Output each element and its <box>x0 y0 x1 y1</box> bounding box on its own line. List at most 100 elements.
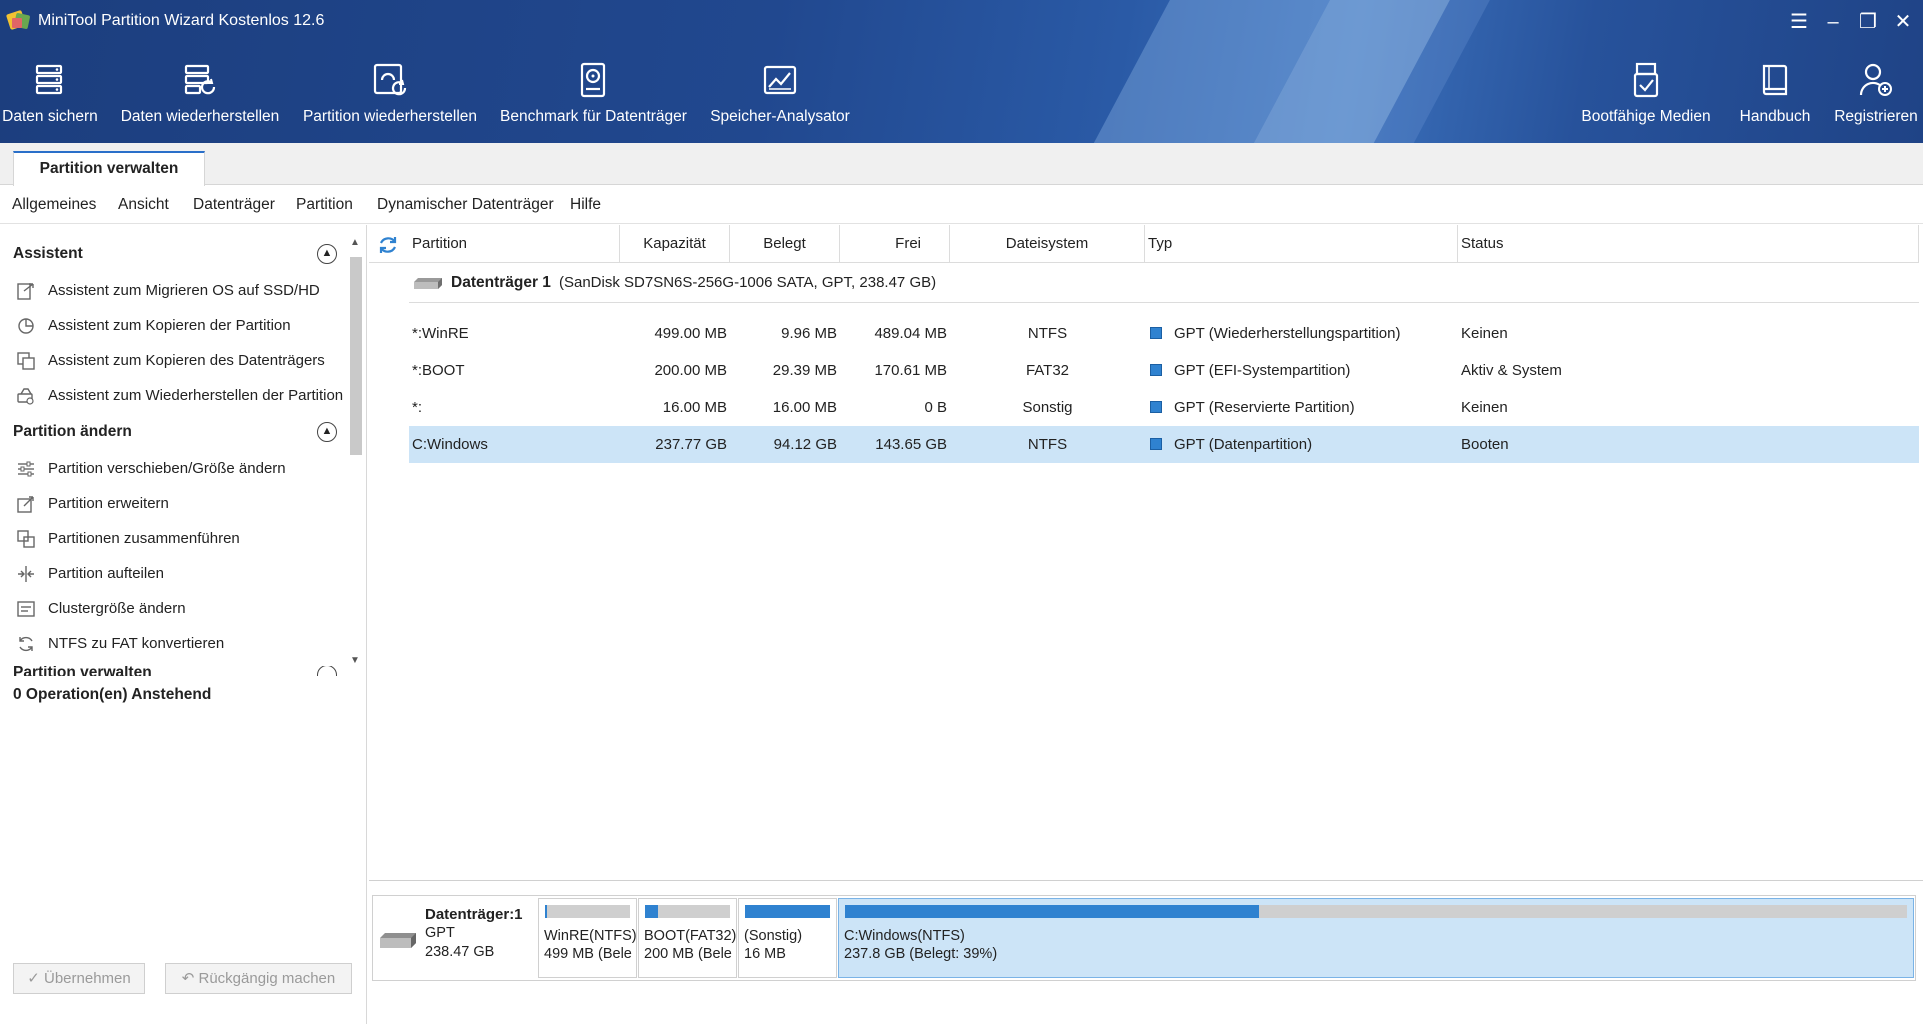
recover-data-icon <box>184 64 216 95</box>
move-resize-icon <box>18 461 34 477</box>
table-row[interactable]: *:BOOT 200.00 MB 29.39 MB 170.61 MB FAT3… <box>409 352 1919 389</box>
disk-map-disk-info[interactable]: Datenträger:1 GPT 238.47 GB <box>373 896 538 980</box>
menu-disk[interactable]: Datenträger <box>193 196 275 214</box>
cell-used: 16.00 MB <box>772 399 837 416</box>
menu-help[interactable]: Hilfe <box>570 196 601 214</box>
sidebar-scroll-thumb[interactable] <box>350 257 362 455</box>
cell-used: 9.96 MB <box>781 325 837 342</box>
scroll-down-icon[interactable]: ▼ <box>350 655 360 666</box>
menu-icon[interactable]: ☰ <box>1785 8 1813 36</box>
col-capacity[interactable]: Kapazität <box>620 225 730 263</box>
cell-status: Booten <box>1461 436 1509 453</box>
restore-button[interactable]: ❐ <box>1854 8 1882 36</box>
cell-filesystem: NTFS <box>1027 436 1068 453</box>
sidebar-item-split[interactable]: Partition aufteilen <box>16 564 164 588</box>
apply-button[interactable]: ✓ Übernehmen <box>13 963 145 994</box>
tab-partition-manage[interactable]: Partition verwalten <box>13 151 205 186</box>
sidebar-item-cluster-size[interactable]: Clustergröße ändern <box>16 599 186 623</box>
register-button[interactable]: Registrieren <box>1833 60 1919 132</box>
usage-bar-fill <box>745 905 830 918</box>
recover-partition-icon <box>373 63 407 96</box>
collapse-manage-icon[interactable] <box>317 666 337 676</box>
minimize-button[interactable]: – <box>1819 8 1847 36</box>
sidebar-item-recover-partition[interactable]: Assistent zum Wiederherstellen der Parti… <box>16 386 343 410</box>
bootable-media-button[interactable]: Bootfähige Medien <box>1578 60 1714 132</box>
partition-type-icon <box>1150 401 1162 413</box>
cell-filesystem: FAT32 <box>1025 362 1070 379</box>
disk-row[interactable]: Datenträger 1 (SanDisk SD7SN6S-256G-1006… <box>409 263 1919 303</box>
sidebar-item-extend[interactable]: Partition erweitern <box>16 494 169 518</box>
diskmap-partition-boot[interactable]: BOOT(FAT32) 200 MB (Bele <box>638 898 737 978</box>
menu-view[interactable]: Ansicht <box>118 196 169 214</box>
sidebar-item-label: Partition verschieben/Größe ändern <box>48 459 286 477</box>
col-type[interactable]: Typ <box>1145 225 1458 263</box>
sidebar-item-label: Assistent zum Migrieren OS auf SSD/HD <box>48 281 320 299</box>
cell-type: GPT (Reservierte Partition) <box>1150 389 1355 426</box>
menu-partition[interactable]: Partition <box>296 196 353 214</box>
backup-label: Daten sichern <box>2 108 98 125</box>
recover-data-button[interactable]: Daten wiederherstellen <box>120 60 280 132</box>
backup-button[interactable]: Daten sichern <box>0 60 100 132</box>
diskmap-partition-winre[interactable]: WinRE(NTFS) 499 MB (Bele <box>538 898 637 978</box>
sidebar-item-copy-disk[interactable]: Assistent zum Kopieren des Datenträgers <box>16 351 325 375</box>
usage-bar-fill <box>845 905 1260 918</box>
col-partition[interactable]: Partition <box>409 225 620 263</box>
disk-map-row[interactable]: Datenträger:1 GPT 238.47 GB WinRE(NTFS) … <box>372 895 1916 981</box>
collapse-wizard-icon[interactable]: ▲ <box>317 244 337 264</box>
menu-general[interactable]: Allgemeines <box>12 196 96 214</box>
cell-type: GPT (Wiederherstellungspartition) <box>1150 315 1400 352</box>
benchmark-label: Benchmark für Datenträger <box>500 108 687 125</box>
hard-disk-icon <box>380 933 416 948</box>
sidebar-item-merge[interactable]: Partitionen zusammenführen <box>16 529 240 553</box>
menu-dynamic-disk[interactable]: Dynamischer Datenträger <box>377 196 554 214</box>
app-header: MiniTool Partition Wizard Kostenlos 12.6… <box>0 0 1923 143</box>
col-used[interactable]: Belegt <box>730 225 840 263</box>
cell-capacity: 16.00 MB <box>662 399 727 416</box>
disk-name: Datenträger 1 <box>451 274 551 291</box>
sidebar-item-label: Partition erweitern <box>48 494 169 512</box>
recover-data-label: Daten wiederherstellen <box>120 108 280 125</box>
menu-bar: Allgemeines Ansicht Datenträger Partitio… <box>0 186 1923 224</box>
sidebar-item-migrate-os[interactable]: Assistent zum Migrieren OS auf SSD/HD <box>16 281 320 305</box>
cell-type: GPT (Datenpartition) <box>1150 426 1312 463</box>
space-analyzer-icon <box>763 65 797 95</box>
tab-strip: Partition verwalten <box>0 143 1923 186</box>
col-filesystem[interactable]: Dateisystem <box>950 225 1145 263</box>
partition-size: 200 MB (Bele <box>644 946 732 962</box>
diskmap-partition-windows[interactable]: C:Windows(NTFS) 237.8 GB (Belegt: 39%) <box>838 898 1914 978</box>
benchmark-button[interactable]: Benchmark für Datenträger <box>500 60 687 132</box>
table-row[interactable]: *:WinRE 499.00 MB 9.96 MB 489.04 MB NTFS… <box>409 315 1919 352</box>
partition-size: 237.8 GB (Belegt: 39%) <box>844 946 998 962</box>
backup-icon <box>35 64 63 95</box>
manual-button[interactable]: Handbuch <box>1732 60 1818 132</box>
collapse-change-icon[interactable]: ▲ <box>317 422 337 442</box>
usage-bar-fill <box>545 905 547 918</box>
recover-partition-button[interactable]: Partition wiederherstellen <box>300 60 480 132</box>
cell-type-label: GPT (EFI-Systempartition) <box>1174 362 1351 379</box>
copy-disk-icon <box>17 352 35 370</box>
sidebar-scrollbar[interactable]: ▲ ▼ <box>346 237 366 667</box>
sidebar-item-move-resize[interactable]: Partition verschieben/Größe ändern <box>16 459 286 483</box>
disk-map: Datenträger:1 GPT 238.47 GB WinRE(NTFS) … <box>369 880 1923 1024</box>
col-free[interactable]: Frei <box>840 225 950 263</box>
table-row-selected[interactable]: C:Windows 237.77 GB 94.12 GB 143.65 GB N… <box>409 426 1919 463</box>
sidebar-item-label: Assistent zum Kopieren der Partition <box>48 316 291 334</box>
cell-partition: *: <box>412 399 423 416</box>
refresh-icon[interactable] <box>377 234 399 256</box>
undo-button[interactable]: ↶ Rückgängig machen <box>165 963 352 994</box>
sidebar-item-ntfs-fat[interactable]: NTFS zu FAT konvertieren <box>16 634 224 658</box>
scroll-up-icon[interactable]: ▲ <box>350 237 360 248</box>
partition-size: 499 MB (Bele <box>544 946 632 962</box>
close-button[interactable]: ✕ <box>1889 8 1917 36</box>
sidebar-item-copy-partition[interactable]: Assistent zum Kopieren der Partition <box>16 316 291 340</box>
cell-partition: *:BOOT <box>412 362 465 379</box>
space-analyzer-button[interactable]: Speicher-Analysator <box>700 60 860 132</box>
table-row[interactable]: *: 16.00 MB 16.00 MB 0 B Sonstig GPT (Re… <box>409 389 1919 426</box>
disk-detail: (SanDisk SD7SN6S-256G-1006 SATA, GPT, 23… <box>559 274 937 291</box>
change-section-title: Partition ändern <box>13 423 132 440</box>
manage-section-title-clipped: Partition verwalten <box>13 666 343 676</box>
disk-map-type: GPT <box>425 925 455 941</box>
col-status[interactable]: Status <box>1458 225 1919 263</box>
diskmap-partition-reserved[interactable]: (Sonstig) 16 MB <box>738 898 837 978</box>
merge-partitions-icon <box>17 530 35 548</box>
